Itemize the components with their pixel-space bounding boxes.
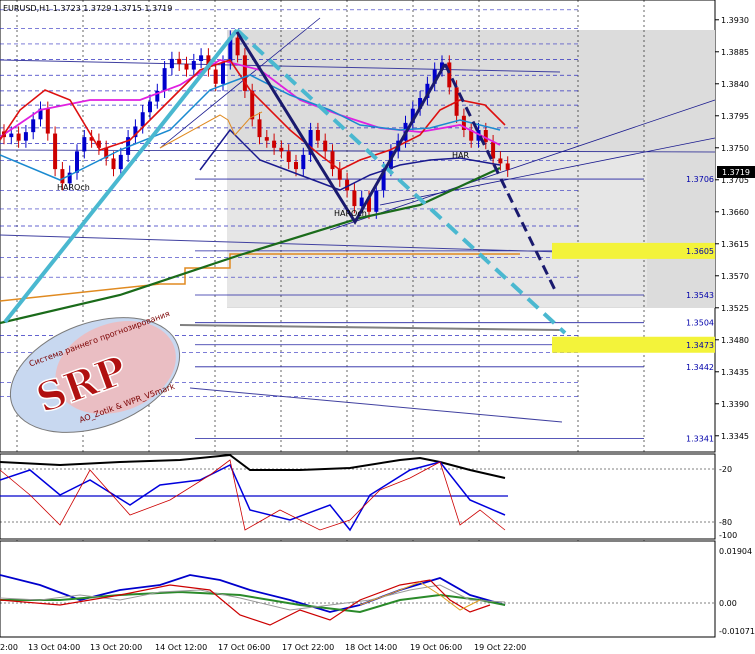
candle-body — [213, 69, 218, 84]
candle-body — [505, 163, 510, 170]
annotation-harosch-1: HAROch — [57, 183, 90, 192]
candle-body — [447, 62, 452, 88]
current-price-label: 1.3719 — [722, 168, 750, 177]
candle-body — [264, 137, 269, 141]
time-axis: 2:00 13 Oct 04:00 13 Oct 20:00 14 Oct 12:00… — [0, 643, 526, 652]
level-label: 1.3442 — [686, 363, 714, 372]
annotation-harosch-2: HAROch — [334, 209, 367, 218]
candle-body — [184, 63, 189, 70]
x-tick-label: 19 Oct 22:00 — [474, 643, 526, 652]
y-tick-label: 1.3435 — [721, 368, 749, 377]
candle-body — [330, 151, 335, 170]
x-tick-label: 13 Oct 04:00 — [28, 643, 80, 652]
candle-body — [483, 130, 488, 143]
level-label: 1.3504 — [686, 319, 714, 328]
candle-body — [118, 154, 123, 170]
candle-body — [162, 68, 167, 91]
level-label: 1.3473 — [686, 341, 714, 350]
x-tick-label: 17 Oct 22:00 — [282, 643, 334, 652]
y-tick-label: 1.3795 — [721, 112, 749, 121]
candle-body — [323, 140, 328, 152]
level-label: 1.3543 — [686, 291, 714, 300]
candle-body — [272, 140, 277, 148]
candle-body — [140, 112, 145, 127]
candle-body — [191, 61, 196, 70]
candle-body — [491, 142, 496, 159]
y-tick-label: 1.3525 — [721, 304, 749, 313]
price-axis: 1.39301.38851.38401.37951.37501.37051.36… — [715, 16, 749, 441]
candle-body — [45, 108, 50, 134]
y-tick-label: 1.3660 — [721, 208, 749, 217]
x-tick-label: 17 Oct 06:00 — [218, 643, 270, 652]
level-label: 1.3706 — [686, 175, 714, 184]
candle-body — [374, 190, 379, 212]
candle-body — [199, 55, 204, 62]
y-tick-label: 1.3840 — [721, 80, 749, 89]
annotation-har: HAR — [452, 151, 469, 160]
x-tick-label: 18 Oct 14:00 — [345, 643, 397, 652]
sub2-tick-top: 0.01904 — [719, 547, 752, 556]
sub1-level-20: -20 — [719, 465, 732, 474]
y-tick-label: 1.3480 — [721, 336, 749, 345]
y-tick-label: 1.3885 — [721, 48, 749, 57]
candle-body — [279, 147, 284, 152]
candle-body — [111, 158, 116, 170]
y-tick-label: 1.3615 — [721, 240, 749, 249]
y-tick-label: 1.3345 — [721, 432, 749, 441]
candle-body — [352, 190, 357, 207]
y-tick-label: 1.3930 — [721, 16, 749, 25]
level-label: 1.3605 — [686, 247, 714, 256]
candle-body — [82, 137, 87, 152]
sub2-tick-bottom: -0.01071 — [719, 627, 755, 636]
x-tick-label: 14 Oct 12:00 — [155, 643, 207, 652]
candle-body — [301, 154, 306, 170]
candle-body — [257, 119, 262, 138]
candle-body — [221, 62, 225, 84]
level-label: 1.3341 — [686, 435, 714, 444]
subwindow-2 — [0, 540, 716, 638]
x-tick-label: 19 Oct 06:00 — [410, 643, 462, 652]
candle-body — [53, 133, 58, 170]
candle-body — [498, 158, 503, 164]
candle-body — [16, 133, 21, 141]
x-tick-label: 13 Oct 20:00 — [90, 643, 142, 652]
chart-svg[interactable]: HAROch HAROch HAR EURUSD,H1 1.3723 1.372… — [0, 0, 755, 654]
candle-body — [286, 151, 291, 162]
y-tick-label: 1.3750 — [721, 144, 749, 153]
candle-body — [250, 90, 255, 120]
chart-window: HAROch HAROch HAR EURUSD,H1 1.3723 1.372… — [0, 0, 755, 654]
sub1-level-80: -80 — [719, 518, 732, 527]
candle-body — [148, 101, 152, 113]
y-tick-label: 1.3390 — [721, 400, 749, 409]
sub2-tick-zero: 0.00 — [719, 599, 737, 608]
candle-body — [315, 130, 320, 141]
candle-body — [23, 132, 28, 141]
candle-body — [294, 162, 298, 170]
candle-body — [169, 58, 174, 69]
gray-zone-inner — [227, 152, 647, 307]
candle-body — [235, 37, 240, 56]
candle-body — [9, 133, 14, 138]
x-tick-label: 2:00 — [0, 643, 18, 652]
symbol-header: EURUSD,H1 1.3723 1.3729 1.3715 1.3719 — [3, 4, 172, 13]
candle-body — [31, 119, 36, 133]
sub1-extra: -100 — [719, 531, 737, 540]
candle-body — [60, 169, 65, 184]
candle-body — [75, 151, 79, 173]
candle-body — [177, 58, 182, 64]
y-tick-label: 1.3570 — [721, 272, 749, 281]
